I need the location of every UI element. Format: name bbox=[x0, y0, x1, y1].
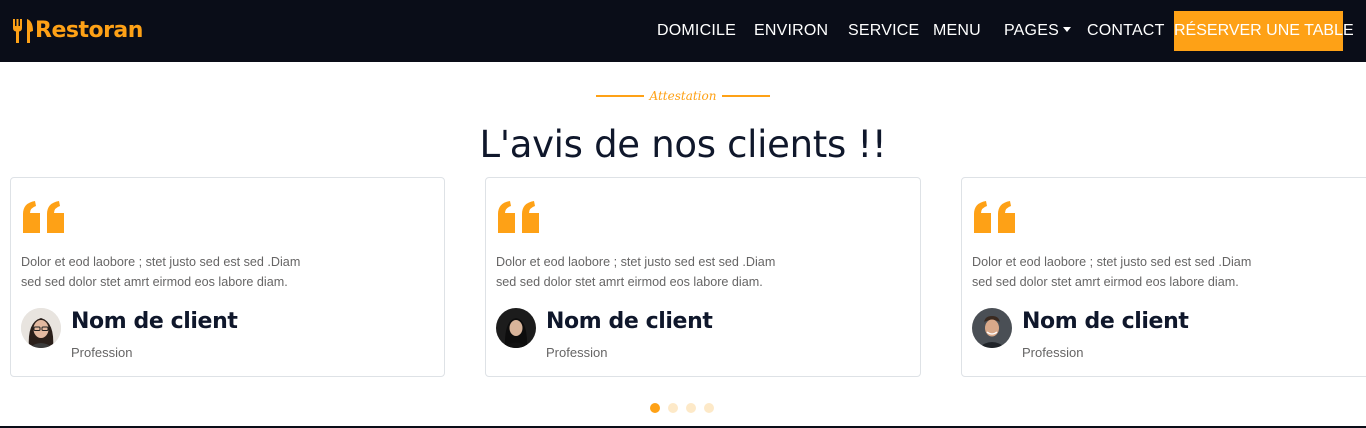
utensils-icon bbox=[12, 18, 34, 44]
section-title: L'avis de nos clients !! bbox=[479, 123, 887, 166]
client-name: Nom de client bbox=[546, 309, 713, 334]
avatar bbox=[21, 308, 61, 348]
divider-right bbox=[722, 95, 771, 97]
client-name: Nom de client bbox=[1022, 309, 1189, 334]
client-profession: Profession bbox=[1022, 345, 1084, 360]
nav-item-environ[interactable]: ENVIRON bbox=[754, 0, 828, 62]
testimonial-text-line: sed sed dolor stet amrt eirmod eos labor… bbox=[21, 275, 288, 289]
client-name: Nom de client bbox=[71, 309, 238, 334]
testimonial-text-line: sed sed dolor stet amrt eirmod eos labor… bbox=[496, 275, 763, 289]
quote-icon bbox=[496, 200, 542, 238]
quote-icon bbox=[972, 200, 1018, 238]
nav-item-pages[interactable]: PAGES bbox=[1004, 0, 1071, 62]
testimonial-text: Dolor et eod laobore ; stet justo sed es… bbox=[21, 252, 341, 292]
testimonial-text: Dolor et eod laobore ; stet justo sed es… bbox=[496, 252, 816, 292]
carousel-dot[interactable] bbox=[704, 403, 714, 413]
testimonial-card: Dolor et eod laobore ; stet justo sed es… bbox=[961, 177, 1366, 377]
carousel-dots bbox=[650, 402, 722, 414]
carousel-dot[interactable] bbox=[668, 403, 678, 413]
testimonial-text: Dolor et eod laobore ; stet justo sed es… bbox=[972, 252, 1292, 292]
testimonial-text-line: sed sed dolor stet amrt eirmod eos labor… bbox=[972, 275, 1239, 289]
testimonial-text-line: Dolor et eod laobore ; stet justo sed es… bbox=[496, 255, 776, 269]
client-profession: Profession bbox=[71, 345, 133, 360]
nav-item-menu[interactable]: MENU bbox=[933, 0, 981, 62]
testimonial-text-line: Dolor et eod laobore ; stet justo sed es… bbox=[21, 255, 301, 269]
client-profession: Profession bbox=[546, 345, 608, 360]
navbar: Restoran DOMICILE ENVIRON SERVICE MENU P… bbox=[0, 0, 1366, 62]
carousel-dot[interactable] bbox=[650, 403, 660, 413]
nav-item-service[interactable]: SERVICE bbox=[848, 0, 919, 62]
avatar bbox=[496, 308, 536, 348]
reserve-table-button[interactable]: RÉSERVER UNE TABLE bbox=[1174, 11, 1354, 51]
quote-icon bbox=[21, 200, 67, 238]
testimonial-card: Dolor et eod laobore ; stet justo sed es… bbox=[10, 177, 445, 377]
testimonial-card: Dolor et eod laobore ; stet justo sed es… bbox=[485, 177, 921, 377]
carousel-dot[interactable] bbox=[686, 403, 696, 413]
section-tag-text: Attestation bbox=[649, 89, 717, 103]
nav-item-pages-label: PAGES bbox=[1004, 22, 1059, 39]
nav-item-domicile[interactable]: DOMICILE bbox=[657, 0, 736, 62]
testimonial-text-line: Dolor et eod laobore ; stet justo sed es… bbox=[972, 255, 1252, 269]
nav-item-contact[interactable]: CONTACT bbox=[1087, 0, 1165, 62]
brand-name: Restoran bbox=[35, 18, 143, 43]
avatar bbox=[972, 308, 1012, 348]
caret-down-icon bbox=[1062, 27, 1071, 32]
section-tag: Attestation bbox=[0, 86, 1366, 106]
divider-left bbox=[595, 95, 644, 97]
brand-logo[interactable]: Restoran bbox=[12, 16, 143, 46]
